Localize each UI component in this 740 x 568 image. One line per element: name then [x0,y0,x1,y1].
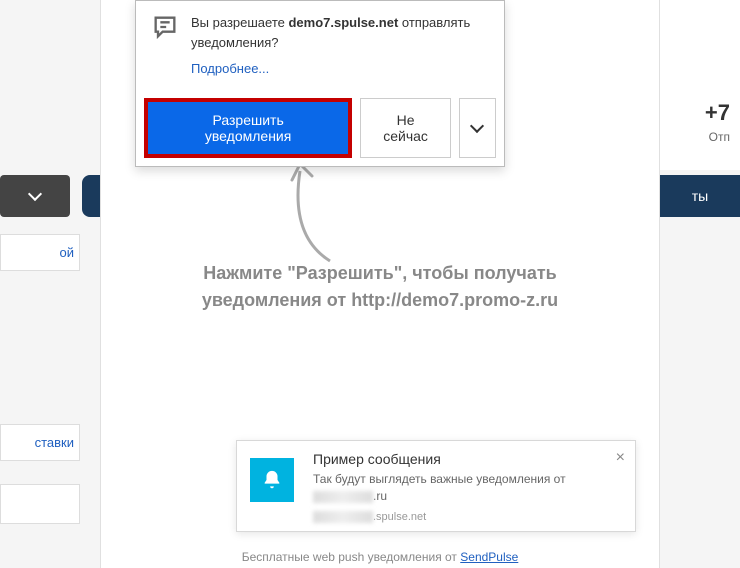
notification-bell-icon [250,458,294,502]
blurred-source [313,511,373,523]
notification-close-button[interactable]: × [616,449,625,467]
sample-notification: Пример сообщения Так будут выглядеть важ… [236,440,636,532]
permission-more-link[interactable]: Подробнее... [191,61,269,76]
bg-sidebar-item-3[interactable] [0,484,80,524]
notification-title: Пример сообщения [313,451,623,467]
instruction-text: Нажмите "Разрешить", чтобы получать увед… [120,260,640,314]
bg-sidebar-item-1[interactable]: ой [0,234,80,271]
blurred-domain [313,491,373,503]
curved-arrow-icon [270,156,370,266]
bg-phone-subtitle: Отп [709,130,730,144]
notification-source: .spulse.net [313,511,623,523]
bg-left-shape [82,175,102,217]
bg-nav-button[interactable]: ты [660,175,740,217]
chevron-down-icon [28,187,42,201]
allow-button-highlight: Разрешить уведомления [144,98,352,158]
sendpulse-link[interactable]: SendPulse [460,550,518,564]
not-now-button[interactable]: Не сейчас [360,98,451,158]
footer-credit: Бесплатные web push уведомления от SendP… [100,550,660,564]
permission-prompt-text: Вы разрешаете demo7.spulse.net отправлят… [191,13,486,52]
bg-phone-number: +7 [705,100,730,126]
notification-description: Так будут выглядеть важные уведомления о… [313,471,623,505]
bg-header-fragment [660,0,740,170]
chevron-down-icon [470,119,484,133]
allow-button[interactable]: Разрешить уведомления [148,102,348,154]
bg-sidebar-item-2[interactable]: ставки [0,424,80,461]
permission-dialog: Вы разрешаете demo7.spulse.net отправлят… [135,0,505,167]
speech-bubble-icon [151,13,179,41]
not-now-dropdown[interactable] [459,98,496,158]
bg-left-dropdown[interactable] [0,175,70,217]
